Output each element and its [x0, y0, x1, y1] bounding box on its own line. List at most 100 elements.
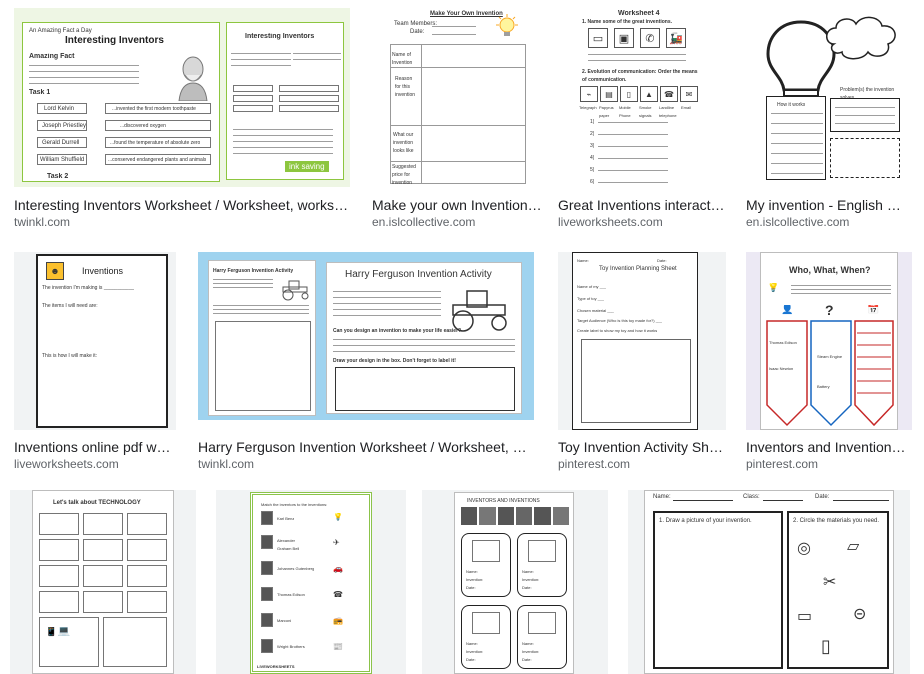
question: 2. Evolution of communication: Order the… [582, 69, 698, 83]
result-card-11[interactable]: INVENTORS AND INVENTIONS Name: Invention… [422, 490, 608, 674]
row-label: Name of Invention [392, 52, 413, 66]
result-thumbnail[interactable]: Worksheet 4 1. Name some of the great in… [558, 8, 726, 187]
result-source[interactable]: liveworksheets.com [558, 214, 726, 230]
worksheet-page: Make Your Own Invention Team Members: Da… [390, 10, 538, 186]
worksheet-page: ☻ Inventions The invention I'm making is… [36, 254, 168, 428]
invention-icon: ☎ [333, 591, 343, 599]
result-card-3[interactable]: Worksheet 4 1. Name some of the great in… [558, 8, 726, 230]
worksheet-page: Interesting Inventors ink saving [226, 22, 344, 180]
result-title[interactable]: Toy Invention Activity Sheet... [558, 438, 726, 456]
result-source[interactable]: pinterest.com [558, 456, 726, 472]
invention-icon: ✈ [333, 539, 340, 547]
name-box: Gerald Durrell [37, 137, 87, 148]
telegraph-icon: ⌁ [580, 86, 598, 102]
question-mark-icon: ? [825, 303, 834, 317]
result-title[interactable]: Harry Ferguson Invention Worksheet / Wor… [198, 438, 534, 456]
result-source[interactable]: twinkl.com [198, 456, 534, 472]
result-thumbnail[interactable]: Problem(s) the invention solves How it w… [746, 8, 908, 187]
team-label: Team Members: [394, 21, 438, 27]
instruction: Draw your design in the box. Don't forge… [333, 358, 456, 364]
result-title[interactable]: Make your own Invention - ... [372, 196, 542, 214]
result-card-7[interactable]: Name: Date: Toy Invention Planning Sheet… [558, 252, 726, 474]
date-label: Date: [410, 29, 425, 35]
result-title[interactable]: Inventions online pdf work... [14, 438, 176, 456]
drawing-box [581, 339, 691, 423]
worksheet-page: Let's talk about TECHNOLOGY 📱💻 [32, 490, 174, 674]
invention-icon: 📰 [333, 643, 343, 651]
invention-name: Steam Engine [817, 354, 843, 359]
result-source[interactable]: twinkl.com [14, 214, 350, 230]
result-thumbnail[interactable]: Name: Date: Toy Invention Planning Sheet… [558, 252, 726, 430]
gadget-icon: 📱💻 [45, 627, 70, 637]
result-thumbnail[interactable]: INVENTORS AND INVENTIONS Name: Invention… [422, 490, 608, 674]
task-label: Task 2 [47, 173, 69, 180]
thought-cloud-icon [826, 16, 896, 60]
achievement-box: ...found the temperature of absolute zer… [105, 137, 211, 148]
result-card-4[interactable]: Problem(s) the invention solves How it w… [746, 8, 908, 230]
result-card-9[interactable]: Let's talk about TECHNOLOGY 📱💻 [10, 490, 196, 674]
question: 1. Name some of the great inventions. [582, 19, 673, 25]
worksheet-heading: Interesting Inventors [65, 35, 164, 46]
worksheet-heading: INVENTORS AND INVENTIONS [467, 498, 540, 504]
result-thumbnail[interactable]: Match the inventors to the inventions: K… [216, 490, 406, 674]
how-it-works-label: How it works [777, 102, 806, 108]
materials-box: 2. Circle the materials you need. ◎ ▱ ✂ … [787, 511, 889, 669]
result-source[interactable]: liveworksheets.com [14, 456, 176, 472]
info-card: Name: Invention: Date: [517, 533, 567, 597]
date-label: Date: [815, 494, 830, 500]
result-thumbnail[interactable]: ☻ Inventions The invention I'm making is… [14, 252, 176, 430]
result-card-2[interactable]: Make Your Own Invention Team Members: Da… [372, 8, 542, 230]
worksheet-page: Name: Class: Date: 1. Draw a picture of … [644, 490, 894, 674]
name-label: Name: [577, 258, 589, 263]
result-source[interactable]: en.islcollective.com [746, 214, 908, 230]
result-card-10[interactable]: Match the inventors to the inventions: K… [216, 490, 406, 674]
worksheet-heading: Let's talk about TECHNOLOGY [53, 500, 141, 506]
result-title[interactable]: Great Inventions interactive ... [558, 196, 726, 214]
name-box: William Shuffield [37, 154, 87, 165]
drawing-box [335, 367, 515, 411]
name-label: Name: [653, 494, 671, 500]
info-card: Name: Invention: Date: [517, 605, 567, 669]
footer-label: LIVEWORKSHEETS [257, 664, 295, 669]
result-card-6[interactable]: Harry Ferguson Invention Activity Harry … [198, 252, 534, 474]
result-title[interactable]: Inventors and Inventions W... [746, 438, 912, 456]
answer-box [830, 138, 900, 178]
worksheet-heading: Toy Invention Planning Sheet [599, 266, 677, 272]
worksheet-page: Name: Date: Toy Invention Planning Sheet… [572, 252, 698, 430]
papyrus-icon: ▤ [600, 86, 618, 102]
worksheet-heading: Harry Ferguson Invention Activity [213, 268, 294, 274]
person-icon: 👤 [781, 305, 794, 315]
date-label: Date: [657, 258, 667, 263]
foil-icon: ▱ [847, 539, 860, 555]
result-card-1[interactable]: An Amazing Fact a Day Interesting Invent… [14, 8, 350, 230]
result-card-8[interactable]: Who, What, When? 💡 👤 ? 📅 Thomas Edison I… [746, 252, 912, 474]
inventor-name: Isaac Newton [769, 366, 794, 371]
name-box: Lord Kelvin [37, 103, 87, 114]
inventor-name: Thomas Edison [769, 340, 797, 345]
worksheet-heading: Match the inventors to the inventions: [261, 502, 328, 507]
class-label: Class: [743, 494, 760, 500]
worksheet-page: Harry Ferguson Invention Activity Can yo… [326, 262, 522, 414]
tape-icon: ◎ [797, 541, 811, 557]
result-card-5[interactable]: ☻ Inventions The invention I'm making is… [14, 252, 176, 474]
radio-icon: ▣ [614, 28, 634, 48]
paper-icon: ▭ [797, 609, 813, 625]
result-title[interactable]: Interesting Inventors Worksheet / Worksh… [14, 196, 350, 214]
result-card-12[interactable]: Name: Class: Date: 1. Draw a picture of … [628, 490, 910, 674]
printer-icon: ▭ [588, 28, 608, 48]
tractor-icon [282, 280, 309, 301]
result-thumbnail[interactable]: Who, What, When? 💡 👤 ? 📅 Thomas Edison I… [746, 252, 912, 430]
result-source[interactable]: en.islcollective.com [372, 214, 542, 230]
worksheet-heading: Interesting Inventors [245, 33, 315, 40]
invention-icon: 🚗 [333, 565, 343, 573]
worksheet-page: Harry Ferguson Invention Activity [208, 260, 316, 416]
worksheet-heading: Harry Ferguson Invention Activity [345, 269, 492, 280]
result-source[interactable]: pinterest.com [746, 456, 912, 472]
result-thumbnail[interactable]: Harry Ferguson Invention Activity Harry … [198, 252, 534, 420]
result-thumbnail[interactable]: Make Your Own Invention Team Members: Da… [372, 8, 542, 187]
result-title[interactable]: My invention - English ESL ... [746, 196, 908, 214]
invention-name: Battery [817, 384, 830, 389]
result-thumbnail[interactable]: Let's talk about TECHNOLOGY 📱💻 [10, 490, 196, 674]
result-thumbnail[interactable]: An Amazing Fact a Day Interesting Invent… [14, 8, 350, 187]
result-thumbnail[interactable]: Name: Class: Date: 1. Draw a picture of … [628, 490, 910, 674]
